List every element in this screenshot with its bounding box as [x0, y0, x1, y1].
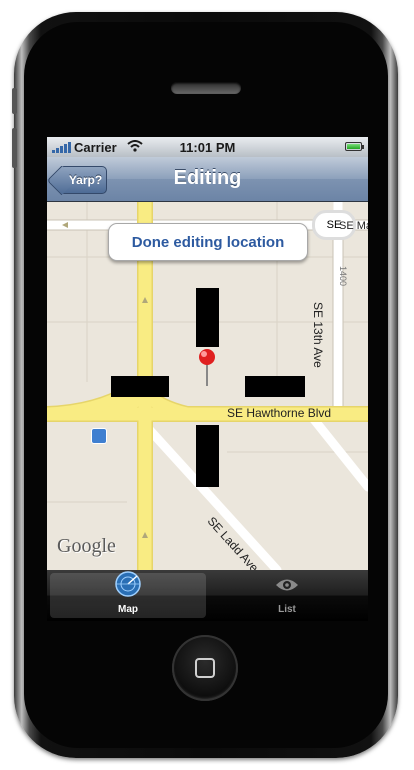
tab-bar: Map List	[47, 570, 368, 621]
tab-list-label: List	[278, 604, 296, 615]
redaction-block	[245, 376, 305, 397]
radar-map-icon	[113, 570, 143, 601]
mute-switch	[12, 88, 17, 114]
street-label-madison: SE Madi	[339, 220, 368, 232]
street-label-1400: 1400	[338, 266, 348, 287]
tab-map[interactable]: Map	[50, 570, 206, 618]
google-attribution: Google	[57, 535, 116, 557]
redaction-block	[196, 288, 219, 347]
street-label-hawthorne: SE Hawthorne Blvd	[227, 406, 332, 420]
home-button[interactable]	[172, 635, 238, 701]
tab-map-label: Map	[118, 604, 138, 615]
status-bar: Carrier 11:01 PM	[47, 137, 368, 157]
map-view[interactable]: SE SE Madi 1400 SE 13th Ave SE Hawthorne…	[47, 202, 368, 570]
bus-stop-icon[interactable]	[91, 428, 107, 444]
redaction-block	[196, 425, 219, 487]
redaction-block	[111, 376, 169, 397]
screen: Carrier 11:01 PM Yarp? Editing SE SE M 1…	[47, 137, 368, 621]
done-editing-callout[interactable]: Done editing location	[108, 223, 308, 261]
map-pin-icon[interactable]	[197, 348, 217, 388]
earpiece-speaker	[171, 82, 241, 94]
volume-button	[12, 128, 17, 168]
tab-list[interactable]: List	[209, 573, 365, 618]
back-button-label: Yarp?	[68, 173, 103, 187]
home-square-icon	[195, 658, 215, 678]
battery-icon	[345, 142, 364, 151]
eye-icon	[273, 572, 301, 601]
street-label-13th-ave: SE 13th Ave	[311, 302, 325, 368]
status-time: 11:01 PM	[179, 140, 236, 155]
navigation-bar: Yarp? Editing	[47, 157, 368, 202]
